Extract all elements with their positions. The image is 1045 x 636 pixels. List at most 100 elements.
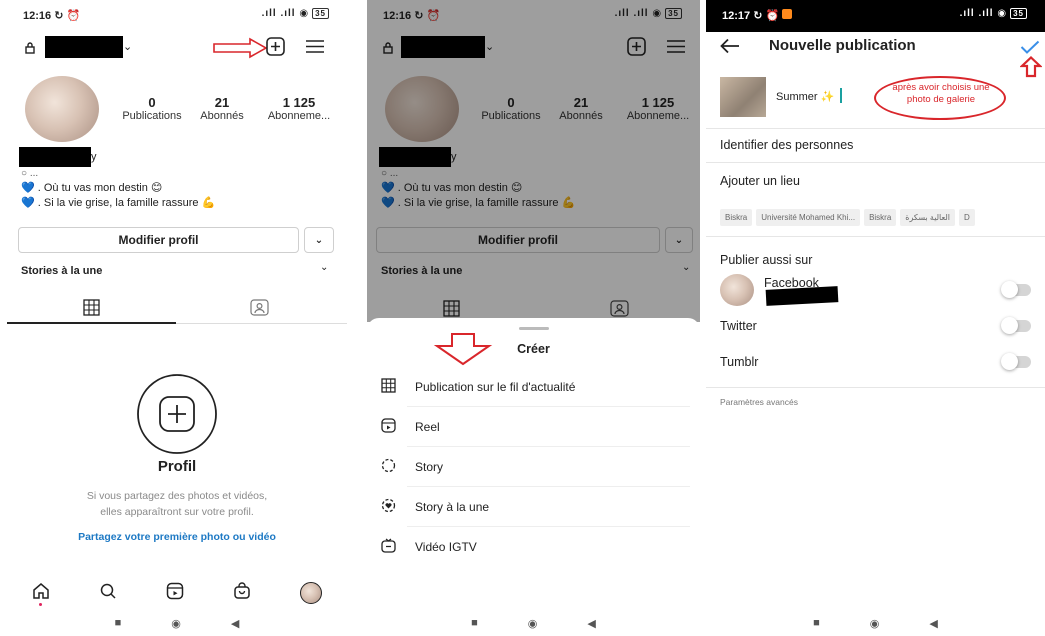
- profile-avatar[interactable]: [25, 76, 99, 142]
- recent-apps-icon[interactable]: ■: [813, 617, 820, 629]
- location-chip[interactable]: Université Mohamed Khi...: [756, 209, 861, 226]
- status-time: 12:16 ↻ ⏰: [23, 10, 81, 22]
- location-suggestions: Biskra Université Mohamed Khi... Biskra الع…: [720, 207, 1045, 226]
- shop-icon[interactable]: [233, 581, 251, 605]
- home-icon[interactable]: [32, 582, 50, 605]
- tumblr-label: Tumblr: [720, 355, 759, 369]
- home-system-icon[interactable]: ◉: [528, 617, 538, 630]
- caption-input[interactable]: Summer ✨: [776, 90, 834, 103]
- menu-item-label: Reel: [407, 407, 690, 447]
- empty-title: Profil: [157, 458, 197, 475]
- status-bar: 12:16 ↻ ⏰ .ıll .ıll ◉ 35: [7, 0, 347, 32]
- location-chip[interactable]: D: [959, 209, 975, 226]
- status-icons: .ıll .ıll ◉ 35: [262, 8, 329, 19]
- back-system-icon[interactable]: ◀: [929, 617, 937, 630]
- hamburger-icon[interactable]: [306, 39, 324, 59]
- chevron-down-icon[interactable]: ⌄: [123, 40, 132, 53]
- suggestions-chevron-button[interactable]: ⌄: [304, 227, 334, 253]
- home-system-icon[interactable]: ◉: [171, 617, 181, 630]
- bio-line-1: ○ ...: [21, 168, 39, 179]
- back-system-icon[interactable]: ◀: [231, 617, 239, 630]
- annotation-text: après avoir choisis une photo de galerie: [892, 82, 990, 105]
- bio-line-3: 💙 . Si la vie grise, la famille rassure …: [21, 197, 216, 209]
- divider: [706, 236, 1045, 237]
- empty-profile-plus-icon[interactable]: [136, 373, 218, 460]
- back-system-icon[interactable]: ◀: [587, 617, 595, 630]
- search-icon[interactable]: [99, 582, 117, 605]
- menu-item-story[interactable]: Story: [381, 447, 690, 487]
- advanced-settings-link[interactable]: Paramètres avancés: [720, 397, 798, 407]
- reels-icon[interactable]: [166, 582, 184, 605]
- battery-icon: 35: [1010, 8, 1027, 19]
- bio-line-2: 💙 . Où tu vas mon destin 😊: [21, 182, 163, 194]
- menu-item-label: Vidéo IGTV: [415, 540, 477, 554]
- stat-followers[interactable]: 21 Abonnés: [192, 95, 252, 122]
- lock-icon: [25, 41, 35, 59]
- grid-icon: [381, 377, 407, 397]
- back-arrow-icon[interactable]: [720, 38, 740, 59]
- menu-item-label: Story: [407, 447, 690, 487]
- annotation-arrow-right: [212, 37, 268, 64]
- screen-new-post: 12:17 ↻ ⏰ .ıll .ıll ◉ 35 Nouvelle publica…: [706, 0, 1045, 636]
- tagged-tab-icon[interactable]: [250, 299, 269, 321]
- display-name-redacted: [19, 147, 91, 167]
- status-time: 12:17 ↻ ⏰: [722, 10, 780, 22]
- divider: [706, 128, 1045, 129]
- tumblr-toggle[interactable]: [1001, 353, 1031, 370]
- status-icons: .ıll .ıll ◉ 35: [960, 8, 1027, 19]
- caption-cursor: [840, 88, 842, 103]
- screen-profile: 12:16 ↻ ⏰ .ıll .ıll ◉ 35 ⌄ 0 Publications…: [7, 0, 347, 636]
- menu-item-igtv[interactable]: Vidéo IGTV: [381, 527, 690, 567]
- sheet-drag-handle[interactable]: [519, 327, 549, 330]
- add-location-row[interactable]: Ajouter un lieu: [720, 174, 800, 188]
- recent-apps-icon[interactable]: ■: [115, 617, 122, 629]
- facebook-account-redacted: [765, 286, 839, 306]
- location-chip[interactable]: العالية بسكرة: [900, 209, 956, 226]
- sheet-title: Créer: [517, 342, 550, 356]
- location-chip[interactable]: Biskra: [864, 209, 897, 226]
- menu-item-label: Publication sur le fil d'actualité: [407, 367, 690, 407]
- story-icon: [381, 458, 407, 477]
- grid-tab-icon[interactable]: [83, 299, 100, 321]
- plus-square-icon[interactable]: [266, 37, 285, 61]
- username-redacted: [45, 36, 123, 58]
- igtv-icon: [381, 538, 407, 557]
- reel-icon: [381, 417, 407, 437]
- facebook-avatar: [720, 274, 754, 306]
- share-first-photo-link[interactable]: Partagez votre première photo ou vidéo: [7, 531, 347, 543]
- location-chip[interactable]: Biskra: [720, 209, 753, 226]
- display-name-tail: y: [91, 151, 97, 163]
- highlights-chevron-icon[interactable]: ⌄: [320, 262, 328, 273]
- page-title: Nouvelle publication: [769, 37, 916, 54]
- twitter-label: Twitter: [720, 319, 757, 333]
- annotation-arrow-up: [1019, 55, 1043, 83]
- edit-profile-button[interactable]: Modifier profil: [18, 227, 299, 253]
- screen-create-sheet: 12:16 ↻ ⏰ .ıll .ıll ◉ 35 ⌄ 0 Publications…: [367, 0, 700, 636]
- stat-following[interactable]: 1 125 Abonneme...: [259, 95, 339, 122]
- stat-posts: 0 Publications: [122, 95, 182, 122]
- system-nav-bar: ■ ◉ ◀: [367, 610, 700, 636]
- system-nav-bar: ■ ◉ ◀: [7, 610, 347, 636]
- tag-people-row[interactable]: Identifier des personnes: [720, 138, 853, 152]
- notification-icon: [782, 9, 792, 19]
- menu-item-highlight[interactable]: Story à la une: [381, 487, 690, 527]
- menu-item-feed-post[interactable]: Publication sur le fil d'actualité: [381, 367, 690, 407]
- highlights-label[interactable]: Stories à la une: [21, 265, 102, 277]
- publish-also-label: Publier aussi sur: [720, 253, 813, 267]
- battery-icon: 35: [312, 8, 329, 19]
- highlight-icon: [381, 498, 407, 517]
- menu-item-reel[interactable]: Reel: [381, 407, 690, 447]
- divider: [706, 162, 1045, 163]
- profile-nav-avatar[interactable]: [300, 582, 323, 604]
- active-tab-indicator: [7, 322, 176, 324]
- twitter-toggle[interactable]: [1001, 317, 1031, 334]
- tab-bar-divider: [176, 323, 347, 324]
- divider: [706, 387, 1045, 388]
- dim-overlay[interactable]: [367, 0, 700, 322]
- recent-apps-icon[interactable]: ■: [471, 617, 478, 629]
- empty-text-1: Si vous partagez des photos et vidéos,: [86, 490, 268, 502]
- system-nav-bar: ■ ◉ ◀: [706, 610, 1045, 636]
- home-system-icon[interactable]: ◉: [870, 617, 880, 630]
- facebook-toggle[interactable]: [1001, 281, 1031, 298]
- home-active-dot: [39, 603, 42, 606]
